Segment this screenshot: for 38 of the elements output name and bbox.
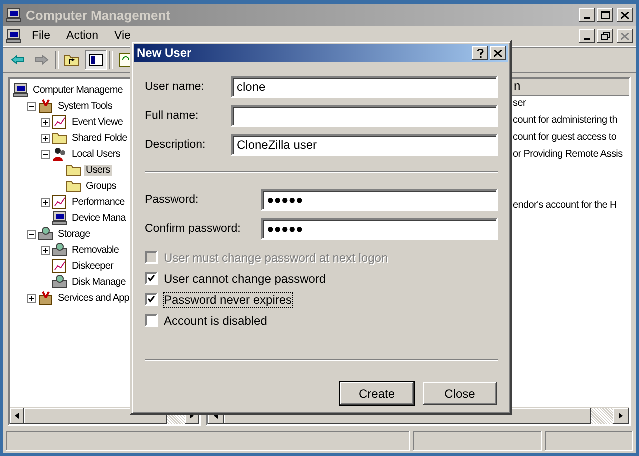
tree-item[interactable]: Diskeeper	[70, 260, 116, 272]
tree-item[interactable]: System Tools	[56, 100, 114, 112]
create-button[interactable]: Create	[340, 382, 414, 405]
tree-item[interactable]: Event Viewe	[70, 116, 126, 128]
tree-item[interactable]: Groups	[84, 180, 118, 192]
menu-item[interactable]: Vie	[108, 30, 137, 42]
checkbox-label[interactable]: User cannot change password	[164, 272, 326, 286]
description-cell-text: count for administering th	[513, 115, 618, 128]
tree-item[interactable]: Removable	[70, 244, 121, 256]
tree-item[interactable]: Services and App	[56, 292, 132, 304]
password-field[interactable]: ●●●●●	[261, 218, 498, 240]
menu-item[interactable]: File	[26, 30, 57, 42]
field-label: Password:	[145, 194, 200, 206]
close-button[interactable]: Close	[423, 382, 497, 405]
tree-item[interactable]: Shared Folde	[70, 132, 130, 144]
text-field[interactable]: clone	[231, 76, 498, 98]
tree-item[interactable]: Users	[84, 164, 112, 176]
tree-item[interactable]: Storage	[56, 228, 92, 240]
tree-item[interactable]: Performance	[70, 196, 127, 208]
text-field[interactable]: CloneZilla user	[231, 134, 498, 156]
window-title: Computer Management	[26, 8, 172, 22]
menu-item[interactable]: Action	[60, 30, 104, 42]
field-label: Confirm password:	[145, 222, 242, 234]
description-cell-text: or Providing Remote Assis	[513, 149, 624, 162]
dialog-title: New User	[137, 46, 193, 60]
description-cell-text: endor's account for the H	[513, 200, 618, 213]
field-label: User name:	[145, 80, 206, 92]
checkbox-label[interactable]: Password never expires	[164, 292, 292, 306]
description-cell-text: ser	[513, 98, 528, 111]
field-label: Full name:	[145, 110, 200, 122]
checkbox-label[interactable]: Account is disabled	[164, 314, 268, 328]
tree-item[interactable]: Local Users	[70, 148, 122, 160]
description-cell-text: count for guest access to	[513, 132, 618, 145]
tree-item[interactable]: Computer Manageme	[31, 84, 125, 96]
tree-item[interactable]: Device Mana	[70, 212, 128, 224]
password-field[interactable]: ●●●●●	[261, 188, 498, 210]
field-label: Description:	[145, 138, 207, 150]
tree-item[interactable]: Disk Manage	[70, 276, 128, 288]
